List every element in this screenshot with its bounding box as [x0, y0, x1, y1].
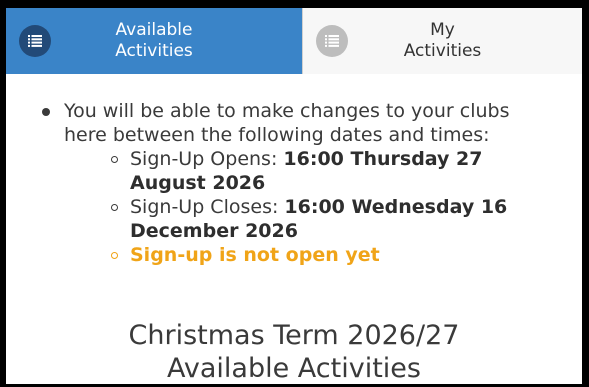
info-list: You will be able to make changes to your… [36, 99, 556, 267]
activities-content: You will be able to make changes to your… [6, 74, 582, 384]
tab-available-activities[interactable]: Available Activities [6, 8, 302, 74]
tab-label: Available Activities [115, 20, 193, 61]
tab-label: My Activities [403, 20, 482, 61]
signup-closes-label: Sign-Up Closes: [130, 196, 285, 218]
dates-list: Sign-Up Opens: 16:00 Thursday 27 August … [64, 147, 556, 267]
section-title: Available Activities [167, 353, 421, 384]
signup-closes-item: Sign-Up Closes: 16:00 Wednesday 16 Decem… [108, 195, 556, 243]
info-item: You will be able to make changes to your… [36, 99, 556, 267]
intro-text: You will be able to make changes to your… [64, 100, 510, 146]
app-frame: Available Activities My Activities You w… [0, 0, 589, 387]
list-icon [316, 25, 348, 57]
tab-bar: Available Activities My Activities [6, 8, 582, 75]
tab-my-activities[interactable]: My Activities [302, 8, 582, 74]
signup-opens-item: Sign-Up Opens: 16:00 Thursday 27 August … [108, 147, 556, 195]
signup-status: Sign-up is not open yet [108, 243, 556, 267]
term-title: Christmas Term 2026/27 [128, 320, 460, 351]
list-icon [19, 25, 51, 57]
signup-opens-label: Sign-Up Opens: [130, 148, 284, 170]
